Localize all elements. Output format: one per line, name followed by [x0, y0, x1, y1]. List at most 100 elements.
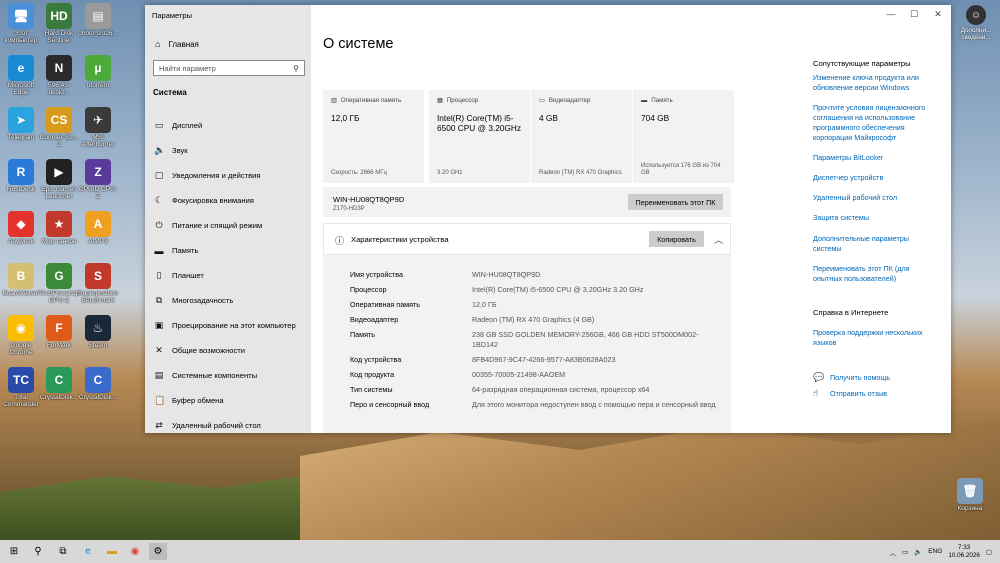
page-title: О системе [323, 36, 394, 52]
desktop-icon[interactable]: TC Total Commander [1, 367, 41, 408]
desktop-icon[interactable]: 🖥 Этот компьютер [1, 3, 41, 44]
chevron-up-icon[interactable]: ︿ [889, 547, 896, 557]
related-link[interactable]: Удаленный рабочий стол [813, 193, 938, 203]
spec-card-value: 12,0 ГБ [331, 113, 360, 123]
nav-item[interactable]: ✕ Общие возможности [145, 338, 311, 363]
notifications-icon[interactable]: ▢ [986, 548, 992, 556]
desktop-icon[interactable]: Z CPUID CPU-Z [78, 159, 118, 200]
section-header: Система [153, 88, 187, 97]
help-icon: 💬 [813, 372, 825, 382]
spec-card-subtext: Radeon (TM) RX 470 Graphics [539, 170, 622, 176]
volume-icon[interactable]: 🔈 [914, 548, 922, 556]
nav-home[interactable]: ⌂ Главная [155, 39, 199, 49]
spec-row: Код продукта 00355-70005-21498-AAOEM [350, 370, 720, 380]
task-view-icon[interactable]: ⧉ [54, 543, 72, 560]
desktop-icon[interactable]: e Microsoft Edge [1, 55, 41, 96]
nav-item[interactable]: 🔈 Звук [145, 138, 311, 163]
desktop-icon[interactable]: F FurMark [39, 315, 79, 349]
spec-card: ▥ Оперативная память 12,0 ГБ Скорость: 2666… [323, 90, 424, 183]
desktop-icon-label: BoardViewer [2, 290, 40, 297]
app-icon: µ [85, 55, 111, 81]
device-specs-header[interactable]: ⓘ Характеристики устройства Копировать ︿ [323, 223, 731, 255]
related-link[interactable]: Прочтите условия лицензионного соглашени… [813, 103, 938, 143]
related-link[interactable]: Дополнительные параметры системы [813, 234, 938, 254]
desktop-icon[interactable]: ◆ AnyDesk [1, 211, 41, 245]
related-link[interactable]: Изменение ключа продукта или обновление … [813, 73, 938, 93]
desktop-icon[interactable]: R RustDesk [1, 159, 41, 193]
help-link-languages[interactable]: Проверка поддержки нескольких языков [813, 328, 938, 348]
desktop-icon[interactable]: ➤ Telegram [1, 107, 41, 141]
file-explorer-icon[interactable]: ▬ [103, 543, 121, 560]
close-icon[interactable]: ✕ [930, 9, 946, 20]
desktop-icon-label: photo_2026... [78, 30, 118, 37]
nav-item[interactable]: ▤ Системные компоненты [145, 363, 311, 388]
desktop-icon[interactable]: G TechPowerUp GPU-Z [39, 263, 79, 304]
desktop-icon-label: Steam [88, 342, 108, 349]
desktop-icon[interactable]: B BoardViewer [1, 263, 41, 297]
spec-card-header: ▭ Видеоадаптер [539, 97, 624, 104]
edge-icon[interactable]: e [79, 543, 97, 560]
spec-card-subtext: 3.20 GHz [437, 170, 463, 176]
desktop-icon[interactable]: C CrystalDisk... [39, 367, 79, 401]
system-components-icon: ▤ [154, 370, 164, 380]
search-placeholder: Найти параметр [159, 63, 216, 73]
nav-item[interactable]: ▣ Проецирование на этот компьютер [145, 313, 311, 338]
clock[interactable]: 7:33 10.06.2026 [948, 544, 980, 560]
related-link[interactable]: Параметры BitLocker [813, 153, 938, 163]
desktop-icon-label: RustDesk [6, 186, 36, 193]
copy-button[interactable]: Копировать [649, 231, 704, 247]
nav-item[interactable]: ⏻ Питание и спящий режим [145, 213, 311, 238]
user-widget-label: Дополни... сведени... [960, 27, 992, 41]
desktop-icon[interactable]: ▤ photo_2026... [78, 3, 118, 37]
shared-experiences-icon: ✕ [155, 345, 163, 355]
related-link[interactable]: Диспетчер устройств [813, 173, 938, 183]
nav-item[interactable]: ⇄ Удаленный рабочий стол [145, 413, 311, 433]
start-icon[interactable]: ⊞ [5, 543, 23, 560]
desktop-icon[interactable]: N 596.49-deskt... [39, 55, 79, 96]
minimize-icon[interactable]: — [883, 9, 899, 19]
nav-item[interactable]: ▭ Дисплей [145, 113, 311, 138]
desktop-icon-label: MSI Afterburner [81, 134, 115, 148]
nav-item[interactable]: ▢ Уведомления и действия [145, 163, 311, 188]
app-icon: N [46, 55, 72, 81]
search-taskbar-icon[interactable]: ⚲ [29, 543, 47, 560]
user-info-widget[interactable]: ☺ Дополни... сведени... [955, 5, 997, 41]
desktop-icon[interactable]: ★ Мир танков [39, 211, 79, 245]
desktop-icon-recycle-bin[interactable]: 🗑 Корзина [950, 478, 990, 512]
power-icon: ⏻ [155, 220, 163, 230]
search-input[interactable]: Найти параметр ⚲ [153, 60, 305, 76]
nav-item[interactable]: 📋 Буфер обмена [145, 388, 311, 413]
rename-pc-button[interactable]: Переименовать этот ПК [628, 194, 723, 210]
related-link[interactable]: Защита системы [813, 213, 938, 223]
feedback-link[interactable]: ☝ Отправить отзыв [813, 388, 887, 399]
nav-item[interactable]: ⧉ Многозадачность [145, 288, 311, 313]
desktop-icon[interactable]: C CrystalDisk... [78, 367, 118, 401]
desktop-icon[interactable]: A AIMP3 [78, 211, 118, 245]
language-indicator[interactable]: ENG [928, 548, 942, 555]
get-help-label: Получить помощь [830, 373, 891, 382]
settings-sidebar: Параметры ⌂ Главная Найти параметр ⚲ Сис… [145, 5, 311, 433]
spec-card-title: Оперативная память [340, 97, 402, 104]
app-icon: HD [46, 3, 72, 29]
related-link[interactable]: Переименовать этот ПК (для опытных польз… [813, 264, 938, 284]
desktop-icon[interactable]: S Superposition Benchmark [78, 263, 118, 304]
nav-item[interactable]: ▬ Память [145, 238, 311, 263]
nav-item[interactable]: ☾ Фокусировка внимания [145, 188, 311, 213]
desktop-icon[interactable]: ▶ Epic Games Launcher [39, 159, 79, 200]
desktop-icon[interactable]: ✈ MSI Afterburner [78, 107, 118, 148]
spec-row: Оперативная память 12,0 ГБ [350, 300, 720, 310]
desktop-icon[interactable]: µ utorrent [78, 55, 118, 89]
network-icon[interactable]: ▭ [902, 548, 908, 556]
chrome-icon[interactable]: ◉ [126, 543, 144, 560]
nav-item[interactable]: ▯ Планшет [145, 263, 311, 288]
maximize-icon[interactable]: ☐ [906, 9, 922, 20]
settings-taskbar-icon[interactable]: ⚙ [149, 543, 167, 560]
spec-label: Процессор [350, 285, 387, 294]
app-icon: A [85, 211, 111, 237]
desktop-icon[interactable]: HD Hard Disk Sentinel [39, 3, 79, 44]
chevron-up-icon[interactable]: ︿ [714, 233, 723, 246]
desktop-icon[interactable]: ◉ Google Chrome [1, 315, 41, 356]
desktop-icon[interactable]: CS Counter-Str... 2 [39, 107, 79, 148]
get-help-link[interactable]: 💬 Получить помощь [813, 372, 890, 383]
desktop-icon[interactable]: ♨ Steam [78, 315, 118, 349]
